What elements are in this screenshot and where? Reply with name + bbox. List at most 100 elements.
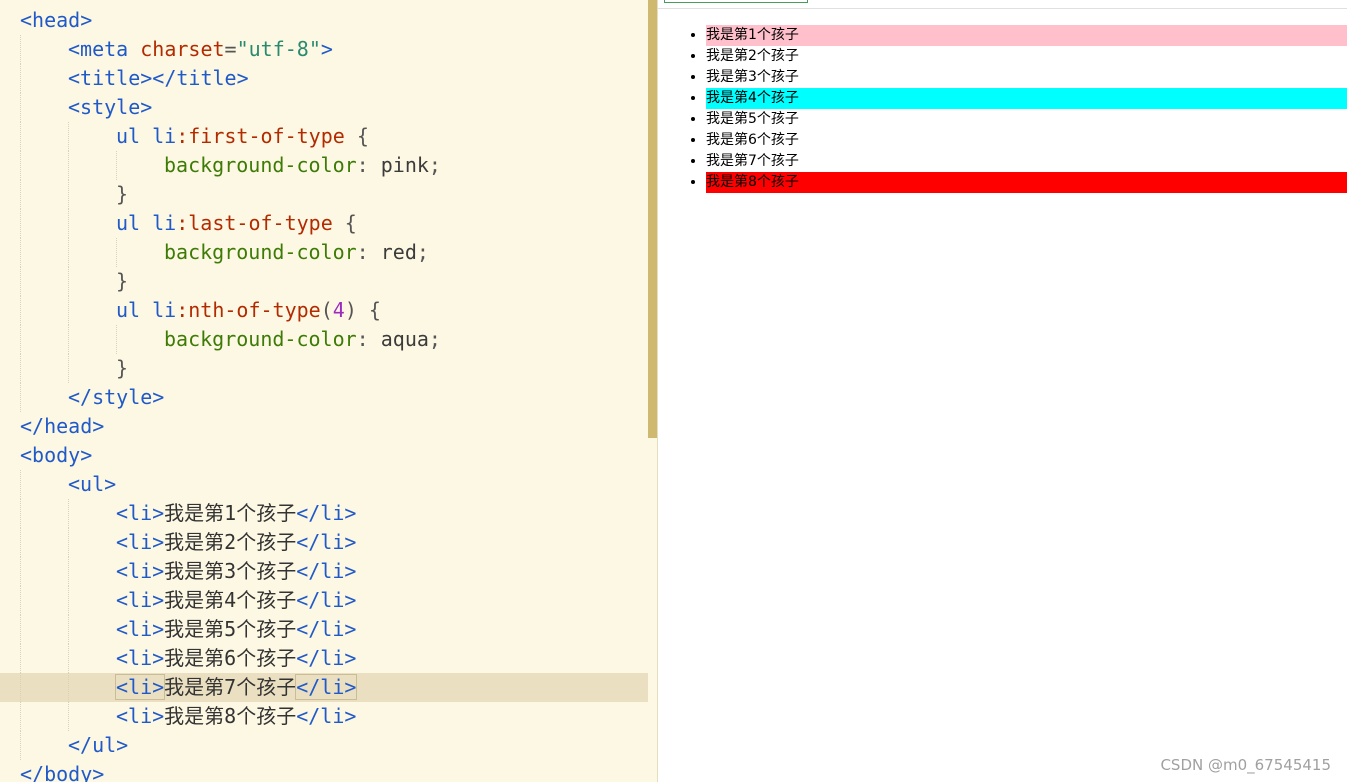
code-token: <style> — [68, 95, 153, 119]
code-text: <li>我是第6个孩子</li> — [116, 644, 356, 673]
preview-list-item: 我是第5个孩子 — [706, 109, 1347, 130]
code-token: background-color — [164, 153, 357, 177]
code-token: :first-of-type — [176, 124, 345, 148]
code-text: background-color: red; — [164, 238, 429, 267]
code-token: <ul> — [68, 472, 117, 496]
code-token: { — [344, 124, 369, 148]
indent-guide — [20, 151, 21, 180]
code-text: <body> — [20, 441, 92, 470]
code-line[interactable]: <li>我是第1个孩子</li> — [0, 499, 648, 528]
indent-guide — [20, 354, 21, 383]
code-token: </li> — [296, 588, 357, 612]
code-line[interactable]: background-color: pink; — [0, 151, 648, 180]
code-line[interactable]: <li>我是第6个孩子</li> — [0, 644, 648, 673]
code-token: ; — [428, 153, 441, 177]
code-token: ul li — [116, 124, 177, 148]
preview-list-item: 我是第1个孩子 — [706, 25, 1347, 46]
code-text: } — [116, 180, 128, 209]
code-token: { — [356, 298, 381, 322]
code-token: <li> — [116, 617, 165, 641]
code-line[interactable]: <ul> — [0, 470, 648, 499]
code-line[interactable]: } — [0, 267, 648, 296]
preview-toolbar — [658, 0, 1347, 9]
indent-guide — [20, 731, 21, 760]
code-token: pink — [368, 153, 429, 177]
code-line[interactable]: </style> — [0, 383, 648, 412]
code-token: </head> — [20, 414, 105, 438]
code-line[interactable]: ul li:first-of-type { — [0, 122, 648, 151]
code-line[interactable]: </body> — [0, 760, 648, 782]
indent-guide — [116, 238, 117, 267]
code-line[interactable]: background-color: aqua; — [0, 325, 648, 354]
code-text: background-color: aqua; — [164, 325, 441, 354]
browser-preview: 我是第1个孩子我是第2个孩子我是第3个孩子我是第4个孩子我是第5个孩子我是第6个… — [658, 0, 1347, 782]
code-line[interactable]: </head> — [0, 412, 648, 441]
code-line[interactable]: <li>我是第2个孩子</li> — [0, 528, 648, 557]
code-line[interactable]: <li>我是第3个孩子</li> — [0, 557, 648, 586]
code-line[interactable]: ul li:nth-of-type(4) { — [0, 296, 648, 325]
code-token: </li> — [296, 704, 357, 728]
indent-guide — [68, 644, 69, 673]
code-line[interactable]: <title></title> — [0, 64, 648, 93]
code-line[interactable]: <li>我是第5个孩子</li> — [0, 615, 648, 644]
code-text: <ul> — [68, 470, 116, 499]
code-token: ul li — [116, 298, 177, 322]
indent-guide — [68, 209, 69, 238]
code-token: background-color — [164, 240, 357, 264]
code-token: 我是第5个孩子 — [164, 617, 297, 641]
indent-guide — [68, 702, 69, 731]
code-line[interactable]: } — [0, 180, 648, 209]
indent-guide — [68, 267, 69, 296]
indent-guide — [68, 528, 69, 557]
code-text: <title></title> — [68, 64, 249, 93]
indent-guide — [20, 267, 21, 296]
code-line[interactable]: <li>我是第4个孩子</li> — [0, 586, 648, 615]
code-line[interactable]: <li>我是第8个孩子</li> — [0, 702, 648, 731]
code-token: ( — [320, 298, 333, 322]
indent-guide — [20, 93, 21, 122]
code-token: <head> — [20, 8, 93, 32]
code-line[interactable]: } — [0, 354, 648, 383]
code-line[interactable]: <li>我是第7个孩子</li> — [0, 673, 648, 702]
code-token: charset — [128, 37, 225, 61]
code-line[interactable]: <style> — [0, 93, 648, 122]
code-text: ul li:nth-of-type(4) { — [116, 296, 381, 325]
indent-guide — [20, 383, 21, 412]
code-text: background-color: pink; — [164, 151, 441, 180]
indent-guide — [20, 702, 21, 731]
code-token: ul li — [116, 211, 177, 235]
code-line[interactable]: background-color: red; — [0, 238, 648, 267]
code-text: </ul> — [68, 731, 128, 760]
code-editor[interactable]: <head> <meta charset="utf-8"> <title></tit… — [0, 0, 657, 782]
code-line[interactable]: <head> — [0, 6, 648, 35]
indent-guide — [68, 122, 69, 151]
code-token: </li> — [295, 674, 358, 700]
code-token: </li> — [296, 646, 357, 670]
code-token: } — [116, 356, 129, 380]
code-token: </style> — [68, 385, 165, 409]
preview-tab[interactable] — [664, 0, 808, 3]
code-token: </ul> — [68, 733, 129, 757]
code-line[interactable]: </ul> — [0, 731, 648, 760]
code-text: <li>我是第7个孩子</li> — [114, 673, 358, 702]
code-token: :last-of-type — [176, 211, 333, 235]
indent-guide — [20, 180, 21, 209]
code-token: <li> — [116, 559, 165, 583]
code-text: } — [116, 267, 128, 296]
preview-list-item: 我是第7个孩子 — [706, 151, 1347, 172]
indent-guide — [116, 151, 117, 180]
code-token: : — [356, 240, 369, 264]
code-token: </title> — [152, 66, 249, 90]
code-text: <li>我是第1个孩子</li> — [116, 499, 356, 528]
indent-guide — [20, 209, 21, 238]
code-token: aqua — [368, 327, 429, 351]
indent-guide — [20, 238, 21, 267]
code-token: 我是第6个孩子 — [164, 646, 297, 670]
code-line[interactable]: <body> — [0, 441, 648, 470]
indent-guide — [20, 122, 21, 151]
code-line[interactable]: ul li:last-of-type { — [0, 209, 648, 238]
indent-guide — [68, 296, 69, 325]
editor-scrollbar[interactable] — [648, 0, 657, 438]
code-line[interactable]: <meta charset="utf-8"> — [0, 35, 648, 64]
preview-list-item: 我是第6个孩子 — [706, 130, 1347, 151]
